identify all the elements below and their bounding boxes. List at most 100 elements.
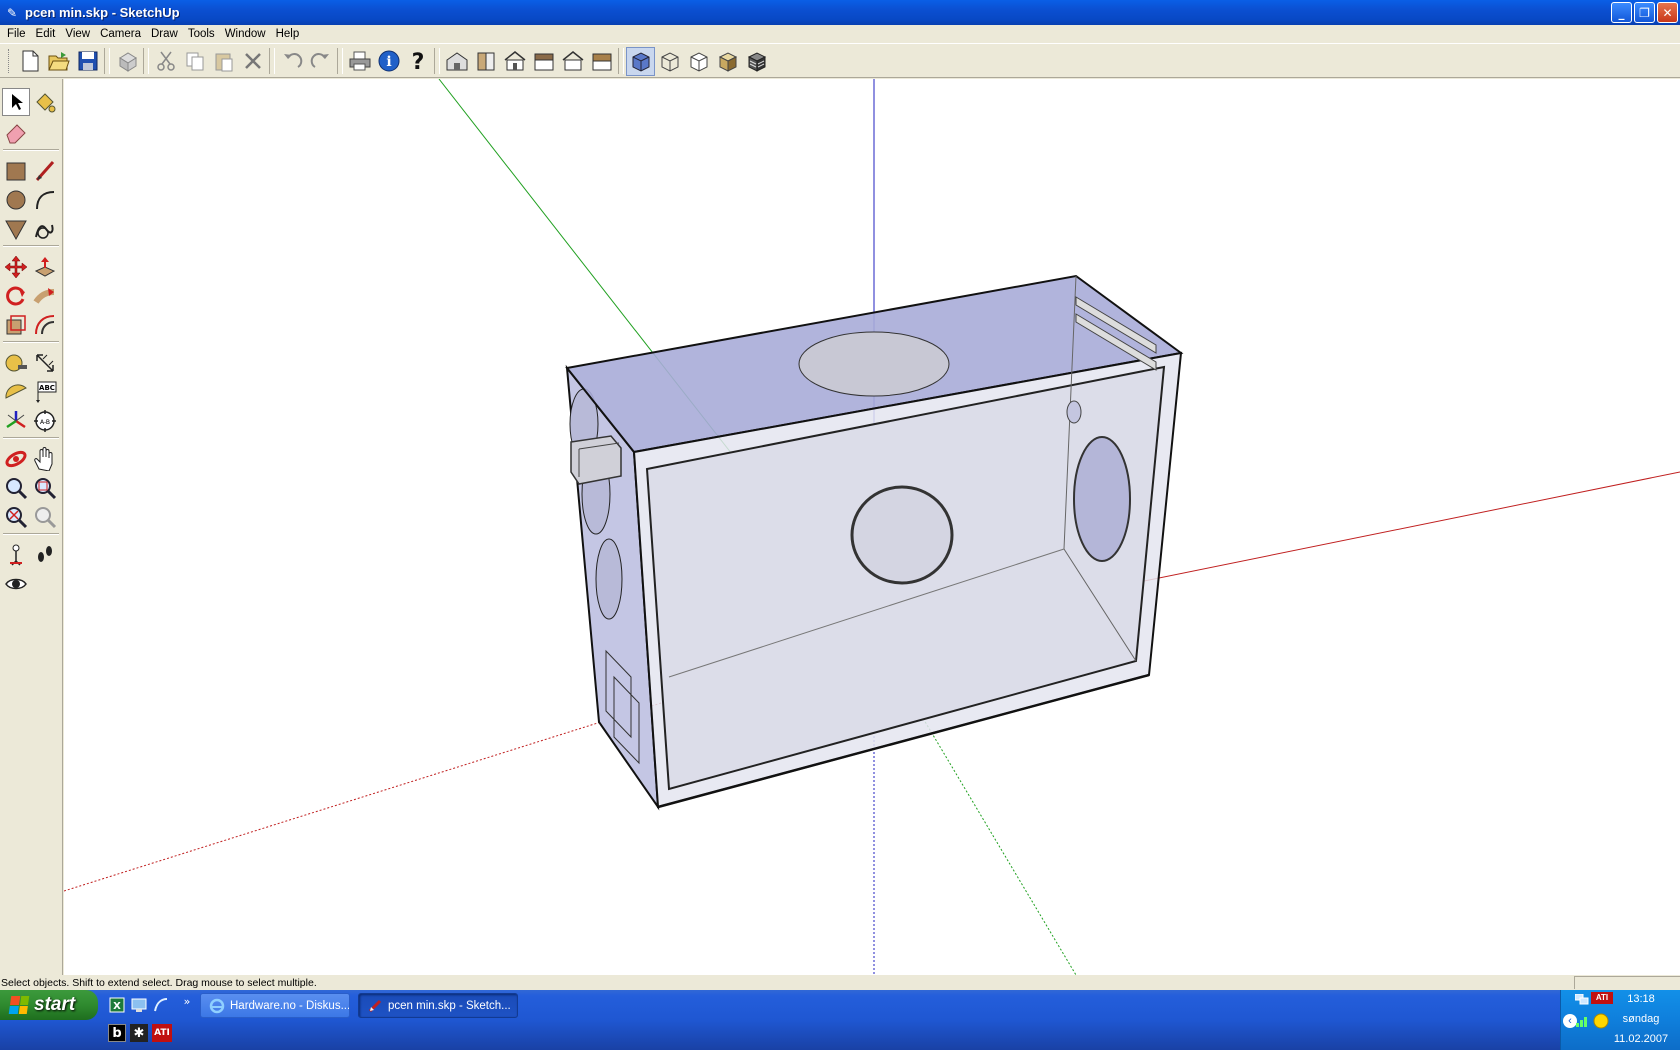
zoom-tool-icon[interactable] — [2, 474, 30, 502]
menu-window[interactable]: Window — [220, 25, 271, 44]
b-app-icon[interactable]: b — [108, 1024, 126, 1042]
follow-me-tool-icon[interactable] — [31, 282, 59, 310]
make-component-icon[interactable] — [112, 47, 141, 76]
top-view-icon[interactable] — [471, 47, 500, 76]
model-info-icon[interactable]: i — [374, 47, 403, 76]
help-icon[interactable]: ? — [403, 47, 432, 76]
arc-tool-icon[interactable] — [31, 186, 59, 214]
right-fan-hole — [1073, 436, 1131, 562]
ati-app-icon[interactable]: ATI — [152, 1024, 172, 1042]
title-bar: ✎ pcen min.skp - SketchUp _ ❐ ✕ — [0, 0, 1680, 25]
front-view-icon[interactable] — [500, 47, 529, 76]
pan-tool-icon[interactable] — [31, 445, 59, 473]
measurements-box[interactable] — [1574, 976, 1680, 989]
freehand-tool-icon[interactable] — [31, 215, 59, 243]
menu-view[interactable]: View — [60, 25, 95, 44]
print-icon[interactable] — [345, 47, 374, 76]
svg-text:?: ? — [411, 50, 424, 73]
svg-text:i: i — [386, 54, 391, 70]
shaded-icon[interactable] — [713, 47, 742, 76]
close-button[interactable]: ✕ — [1657, 2, 1678, 23]
clock-day: søndag — [1622, 1013, 1660, 1025]
minimize-button[interactable]: _ — [1611, 2, 1632, 23]
system-tray: ‹ ATI 13:18 søndag 11.02.2007 — [1560, 990, 1680, 1050]
rectangle-tool-icon[interactable] — [2, 157, 30, 185]
zoom-extents-icon[interactable] — [2, 503, 30, 531]
pc-case-model[interactable] — [565, 274, 1184, 811]
eraser-icon[interactable] — [2, 118, 30, 146]
orbit-tool-icon[interactable] — [2, 445, 30, 473]
restore-button[interactable]: ❐ — [1634, 2, 1655, 23]
star-app-icon[interactable]: ✱ — [130, 1024, 148, 1042]
menu-help[interactable]: Help — [271, 25, 305, 44]
paste-icon[interactable] — [209, 47, 238, 76]
move-tool-icon[interactable] — [2, 253, 30, 281]
dimension-tool-icon[interactable] — [31, 349, 59, 377]
model-canvas[interactable] — [63, 78, 1680, 976]
right-view-icon[interactable] — [529, 47, 558, 76]
task-label: pcen min.skp - Sketch... — [388, 999, 511, 1012]
3d-text-icon[interactable]: A-B — [31, 407, 59, 435]
status-bar: Select objects. Shift to extend select. … — [0, 975, 1680, 990]
task-sketchup[interactable]: pcen min.skp - Sketch... — [358, 993, 518, 1018]
previous-view-icon[interactable] — [31, 503, 59, 531]
redo-icon[interactable] — [306, 47, 335, 76]
circle-tool-icon[interactable] — [2, 186, 30, 214]
save-icon[interactable] — [73, 47, 102, 76]
push-pull-tool-icon[interactable] — [31, 253, 59, 281]
top-fan-hole — [798, 331, 950, 397]
open-icon[interactable] — [44, 47, 73, 76]
menu-tools[interactable]: Tools — [183, 25, 220, 44]
offset-tool-icon[interactable] — [31, 311, 59, 339]
toolbar-grip[interactable] — [8, 49, 11, 73]
menu-draw[interactable]: Draw — [146, 25, 183, 44]
hidden-line-icon[interactable] — [684, 47, 713, 76]
select-tool-icon[interactable] — [2, 88, 30, 116]
erase-icon[interactable] — [238, 47, 267, 76]
paint-bucket-icon[interactable] — [31, 88, 59, 116]
menu-file[interactable]: File — [2, 25, 31, 44]
cut-icon[interactable] — [151, 47, 180, 76]
menu-bar: File Edit View Camera Draw Tools Window … — [0, 25, 1680, 44]
axes-tool-icon[interactable] — [2, 407, 30, 435]
zoom-window-icon[interactable] — [31, 474, 59, 502]
text-tool-icon[interactable]: ABC — [31, 378, 59, 406]
clock-time[interactable]: 13:18 — [1561, 993, 1680, 1005]
tape-measure-icon[interactable] — [2, 349, 30, 377]
show-desktop-icon[interactable] — [130, 996, 148, 1014]
menu-edit[interactable]: Edit — [31, 25, 61, 44]
wireframe-icon[interactable] — [655, 47, 684, 76]
line-tool-icon[interactable] — [31, 157, 59, 185]
rotate-tool-icon[interactable] — [2, 282, 30, 310]
windows-taskbar: start X » Hardware.no - Diskus... pcen m… — [0, 990, 1680, 1050]
ie-icon — [209, 998, 225, 1014]
look-around-icon[interactable] — [2, 570, 30, 598]
main-toolbar: i ? — [0, 45, 1680, 78]
task-hardware-no[interactable]: Hardware.no - Diskus... — [200, 993, 350, 1018]
svg-text:X: X — [113, 1001, 121, 1012]
back-view-icon[interactable] — [558, 47, 587, 76]
app-quicklaunch-icon[interactable] — [152, 996, 170, 1014]
polygon-tool-icon[interactable] — [2, 215, 30, 243]
excel-quicklaunch-icon[interactable]: X — [108, 996, 126, 1014]
protractor-icon[interactable] — [2, 378, 30, 406]
sketchup-app-icon[interactable]: ✎ — [4, 5, 20, 21]
sketchup-icon — [367, 998, 383, 1014]
walk-tool-icon[interactable] — [31, 541, 59, 569]
menu-camera[interactable]: Camera — [95, 25, 146, 44]
left-view-icon[interactable] — [587, 47, 616, 76]
xray-icon[interactable] — [626, 46, 655, 76]
window-title: pcen min.skp - SketchUp — [25, 5, 180, 20]
start-button[interactable]: start — [0, 990, 98, 1020]
copy-icon[interactable] — [180, 47, 209, 76]
3d-viewport[interactable] — [63, 78, 1680, 976]
scale-tool-icon[interactable] — [2, 311, 30, 339]
shaded-textures-icon[interactable] — [742, 47, 771, 76]
iso-view-icon[interactable] — [442, 47, 471, 76]
position-camera-icon[interactable] — [2, 541, 30, 569]
undo-icon[interactable] — [277, 47, 306, 76]
quicklaunch-chevron[interactable]: » — [178, 992, 196, 1010]
start-label: start — [34, 994, 76, 1015]
new-icon[interactable] — [15, 47, 44, 76]
svg-text:A-B: A-B — [40, 419, 50, 426]
